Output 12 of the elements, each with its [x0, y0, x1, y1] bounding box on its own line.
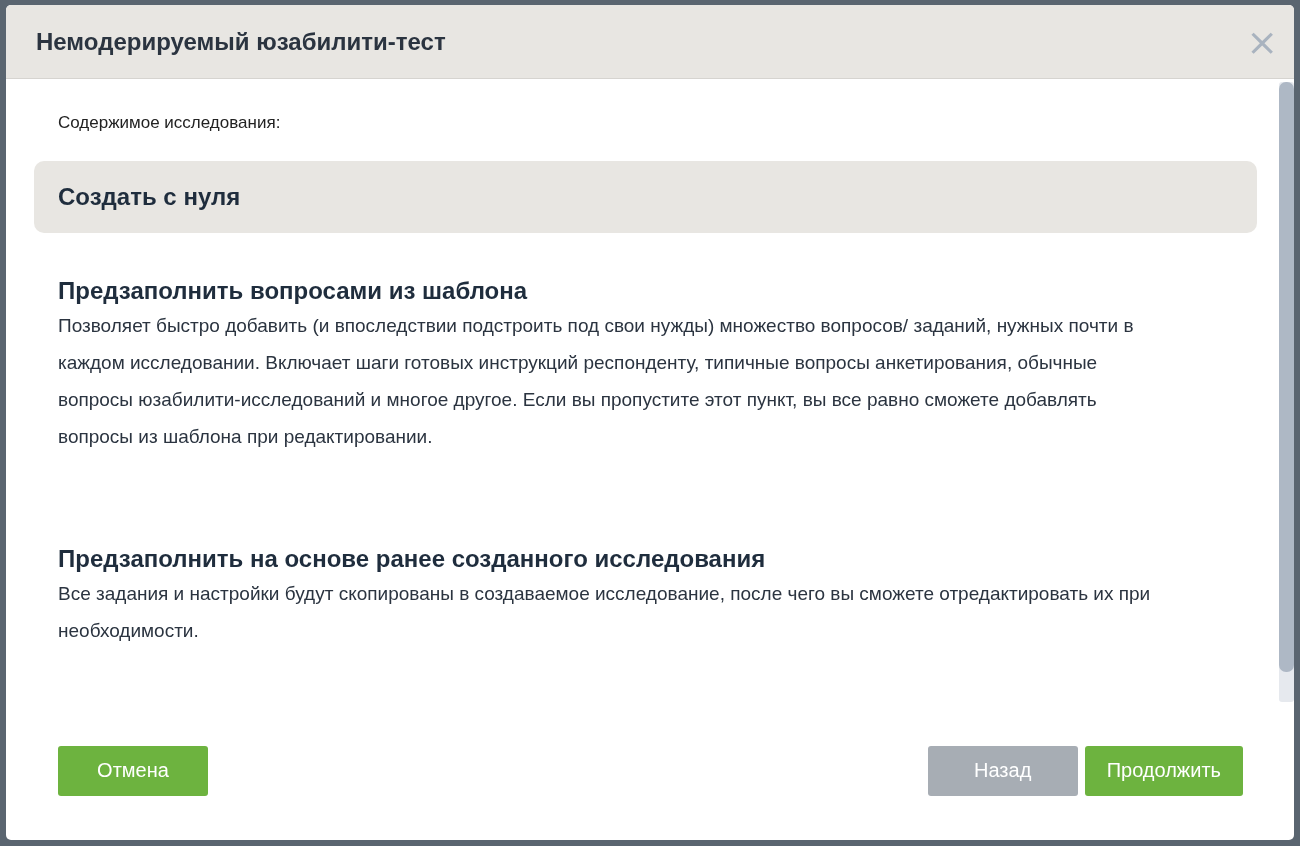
option-title: Предзаполнить на основе ранее созданного исследования: [58, 545, 767, 573]
option-title: Создать с нуля: [58, 183, 242, 211]
dialog-title: Немодерируемый юзабилити-тест: [36, 27, 446, 56]
option-card[interactable]: Создать с нуля: [34, 161, 1257, 233]
continue-button[interactable]: Продолжить: [1084, 745, 1243, 796]
option-title: Предзаполнить вопросами из шаблона: [58, 277, 529, 305]
option-description: Позволяет быстро добавить (и впоследствии подстроить под свои нужды) множество вопросов/ заданий, нужных почти в каждом исследовании. Включает шаги готовых инструкций респонденту, типичные вопросы анкетирования, обычные вопросы юзабилити-исследований и многое другое. Если вы пропустите этот пункт, вы все равно сможете добавлять вопросы из шаблона при редактировании.: [58, 314, 1135, 449]
option-description: Все задания и настройки будут скопированы в создаваемое исследование, после чего вы сможете отредактировать их при необходимости.: [58, 582, 1152, 643]
section-label: Содержимое исследования:: [58, 113, 282, 133]
cancel-button[interactable]: Отмена: [58, 745, 208, 796]
close-button[interactable]: ×: [1240, 22, 1284, 61]
option-card[interactable]: Предзаполнить на основе ранее созданного исследования Все задания и настройки будут скопированы в создаваемое исследование, после чего вы сможете отредактировать их при необходимости.: [34, 523, 1257, 671]
